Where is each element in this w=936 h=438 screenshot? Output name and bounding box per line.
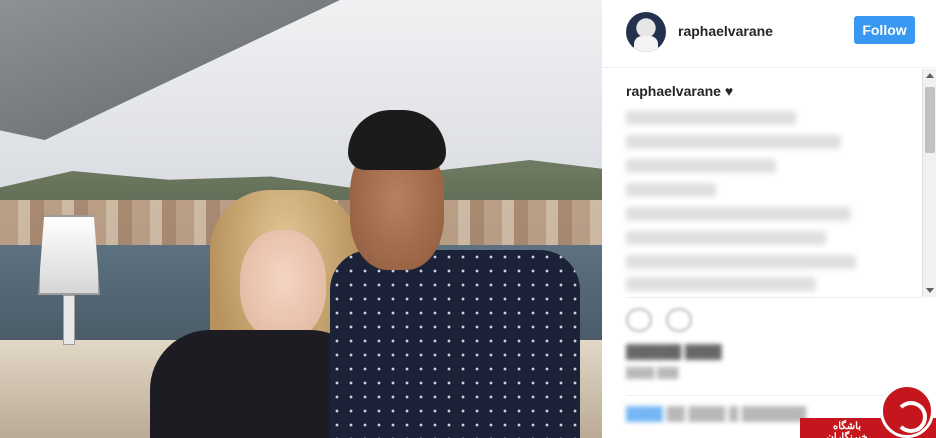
- scroll-up-icon[interactable]: [926, 73, 934, 78]
- comment-icon[interactable]: [666, 308, 692, 332]
- watermark-logo-icon: [880, 384, 934, 438]
- blurred-comment: [626, 277, 816, 291]
- blurred-comment: [626, 183, 716, 197]
- post-actions: [626, 308, 692, 332]
- comments-scrollbar[interactable]: [922, 69, 936, 297]
- post-time: ████ ███: [626, 368, 679, 379]
- blurred-comment: [626, 111, 796, 125]
- avatar[interactable]: [626, 12, 666, 52]
- instagram-post: raphaelvarane Follow raphaelvarane ♥ ███…: [0, 0, 936, 438]
- divider: [626, 297, 922, 298]
- post-photo: [0, 0, 602, 438]
- login-link[interactable]: ████: [626, 406, 663, 421]
- photo-lamp: [28, 205, 110, 350]
- divider: [626, 395, 922, 396]
- caption-text: ♥: [724, 83, 734, 99]
- login-prompt: ████ ██ ████ █ ███████: [626, 406, 807, 421]
- blurred-comment: [626, 231, 826, 245]
- blurred-comment: [626, 159, 776, 173]
- scroll-down-icon[interactable]: [926, 288, 934, 293]
- caption: raphaelvarane ♥: [626, 83, 733, 99]
- post-sidebar: raphaelvarane Follow raphaelvarane ♥ ███…: [602, 0, 936, 438]
- likes-count: ██████ ████: [626, 344, 722, 359]
- blurred-comment: [626, 255, 856, 269]
- comments-list[interactable]: raphaelvarane ♥: [602, 69, 920, 297]
- scroll-thumb[interactable]: [925, 87, 935, 153]
- username[interactable]: raphaelvarane: [678, 23, 773, 39]
- blurred-comment: [626, 135, 841, 149]
- heart-icon[interactable]: [626, 308, 652, 332]
- blurred-comment: [626, 207, 851, 221]
- post-header: raphaelvarane Follow: [602, 0, 936, 68]
- caption-username[interactable]: raphaelvarane: [626, 83, 721, 99]
- follow-button[interactable]: Follow: [854, 16, 915, 44]
- watermark-text: باشگاه خبرنگاران: [826, 421, 868, 438]
- photo-man: [330, 110, 580, 438]
